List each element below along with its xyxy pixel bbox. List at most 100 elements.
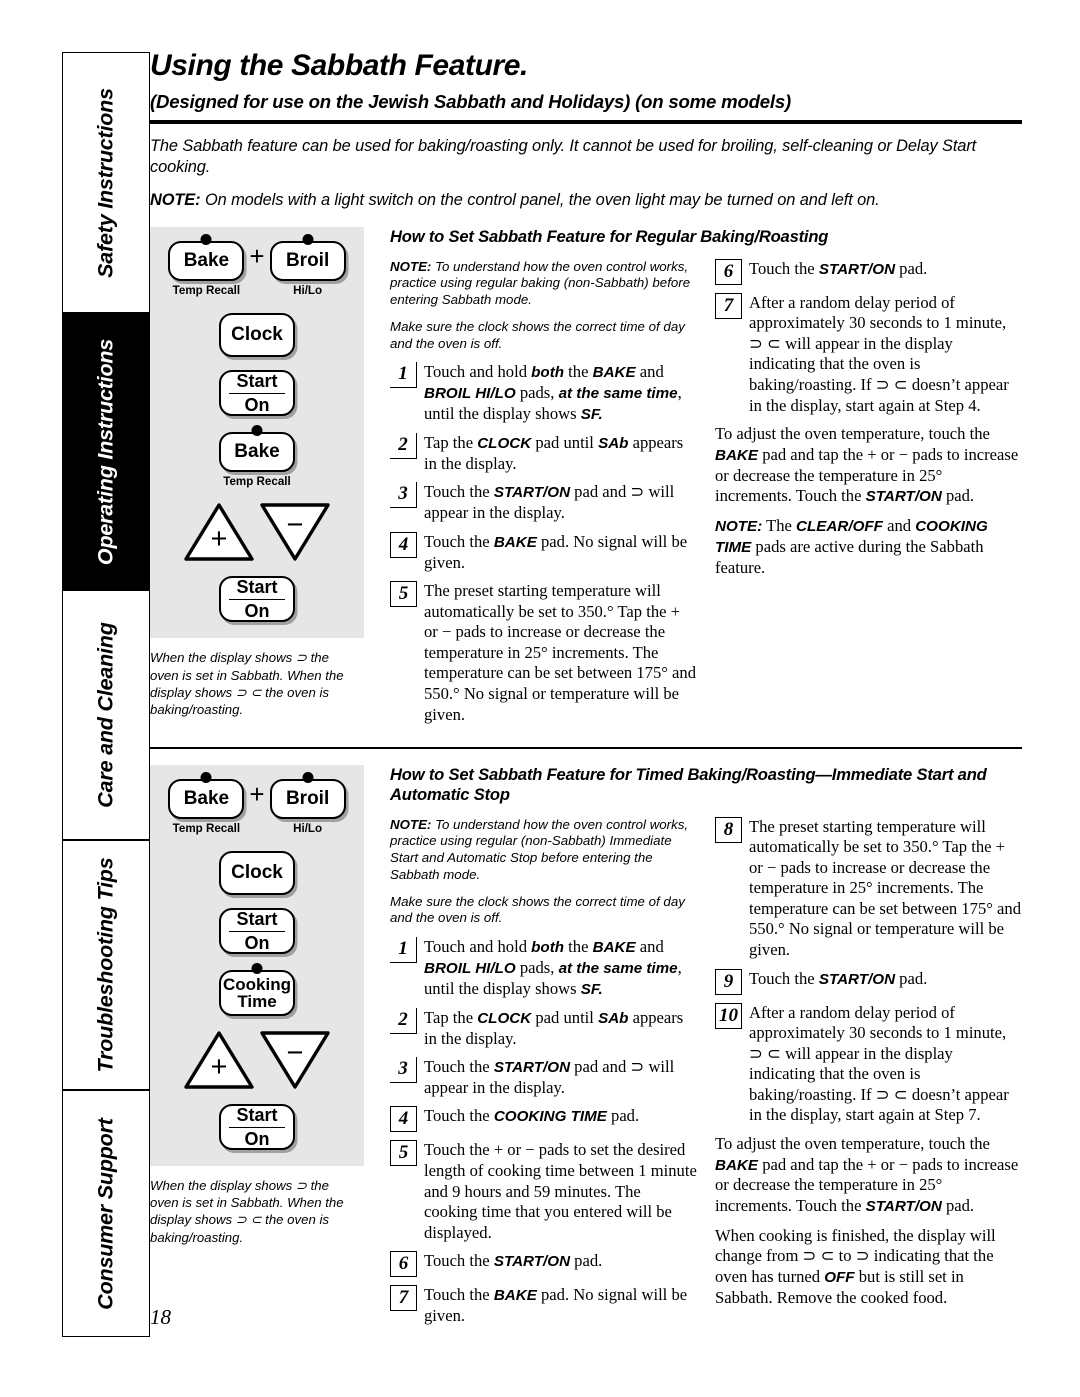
title-divider (150, 119, 1022, 124)
intro-paragraph: The Sabbath feature can be used for baki… (150, 136, 977, 176)
section-2-right-column: 8 The preset starting temperature will au… (715, 816, 1022, 1335)
on-key-label: On (244, 394, 270, 415)
instruction-step: 5 The preset starting temperature will au… (390, 581, 697, 725)
instruction-step: 5 Touch the + or − pads to set the desire… (390, 1140, 697, 1243)
step-text: After a random delay period of approxima… (749, 1002, 1009, 1125)
control-panel-diagram-1: Bake Temp Recall + Broil Hi/Lo Clock Sta… (150, 227, 372, 718)
start-key-label: Start (229, 371, 285, 394)
page-content: Using the Sabbath Feature. (Designed for… (150, 50, 1022, 1335)
step-number: 1 (390, 362, 417, 389)
steps-list: 6 Touch the START/ON pad. 7 After a random … (715, 258, 1022, 416)
adjust-temperature-paragraph: To adjust the oven temperature, touch th… (715, 424, 1019, 506)
instruction-step: 7 After a random delay period of approxim… (715, 292, 1022, 416)
note-label: NOTE: (390, 258, 432, 274)
instruction-step: 4 Touch the COOKING TIME pad. (390, 1106, 697, 1133)
adjust-temperature-paragraph: To adjust the oven temperature, touch th… (715, 1133, 1019, 1215)
decrease-key[interactable]: − (259, 501, 331, 563)
manual-page: Safety Instructions Operating Instructio… (0, 0, 1080, 1397)
plus-icon: + (210, 523, 228, 556)
start-on-key-secondary[interactable]: Start On (219, 576, 295, 623)
cooking-time-key-label-line1: Cooking (223, 974, 291, 994)
bake-key-sublabel: Temp Recall (172, 284, 241, 298)
on-key-label: On (244, 600, 270, 621)
step-text: Touch the BAKE pad. No signal will be gi… (424, 1285, 688, 1326)
step-number: 7 (390, 1285, 417, 1312)
indicator-led-icon (251, 425, 263, 437)
start-key-label: Start (229, 1105, 285, 1128)
broil-key[interactable]: Broil (269, 234, 346, 282)
clock-key[interactable]: Clock (219, 851, 295, 896)
increase-key[interactable]: + (183, 1029, 255, 1091)
step-number: 6 (715, 258, 742, 285)
instruction-step: 2 Tap the CLOCK pad until SAb appears in … (390, 1007, 697, 1049)
note-text: To understand how the oven control works… (390, 258, 691, 308)
bake-key-sublabel: Temp Recall (172, 822, 241, 836)
instruction-step: 1 Touch and hold both the BAKE and BROIL … (390, 937, 697, 1000)
indicator-led-icon (200, 772, 212, 784)
section-timed-baking: Bake Temp Recall + Broil Hi/Lo Clock Sta… (150, 765, 1022, 1335)
section-heading: How to Set Sabbath Feature for Timed Bak… (390, 765, 987, 805)
indicator-led-icon (302, 234, 314, 246)
broil-key-label: Broil (285, 250, 330, 272)
start-on-key-secondary[interactable]: Start On (219, 1104, 295, 1151)
panel-caption: When the display shows ⊃ the oven is set… (150, 650, 344, 717)
step-text: Touch the START/ON pad. (424, 1251, 603, 1271)
step-number: 4 (390, 1106, 417, 1133)
start-on-key[interactable]: Start On (219, 370, 295, 417)
section-1-right-column: 6 Touch the START/ON pad. 7 After a random … (715, 258, 1022, 733)
step-number: 5 (390, 1140, 417, 1167)
section-1-text: How to Set Sabbath Feature for Regular B… (372, 227, 1022, 733)
instruction-step: 2 Tap the CLOCK pad until SAb appears in … (390, 433, 697, 474)
sidebar-item-care-and-cleaning[interactable]: Care and Cleaning (62, 590, 150, 840)
step-number: 2 (390, 433, 417, 459)
step-text: Tap the CLOCK pad until SAb appears in t… (424, 433, 684, 473)
indicator-led-icon (251, 963, 263, 975)
sidebar-item-safety-instructions[interactable]: Safety Instructions (62, 52, 150, 313)
broil-key[interactable]: Broil (269, 772, 346, 820)
instruction-step: 3 Touch the START/ON pad and ⊃ will appea… (390, 482, 697, 523)
step-number: 7 (715, 292, 742, 319)
plus-icon: + (210, 1051, 228, 1084)
sidebar-item-label: Operating Instructions (93, 338, 118, 565)
instruction-step: 9 Touch the START/ON pad. (715, 968, 1022, 995)
instruction-step: 10 After a random delay period of approxi… (715, 1002, 1022, 1126)
note-text: On models with a light switch on the con… (200, 191, 880, 210)
sidebar-item-troubleshooting-tips[interactable]: Troubleshooting Tips (62, 840, 150, 1090)
on-key-label: On (244, 1128, 270, 1149)
steps-list: 1 Touch and hold both the BAKE and BROIL … (390, 937, 697, 1327)
section-note-2: Make sure the clock shows the correct ti… (390, 893, 685, 926)
step-text: Touch the BAKE pad. No signal will be gi… (424, 531, 688, 572)
note-label: NOTE: (390, 816, 432, 832)
step-number: 2 (390, 1007, 417, 1034)
step-number: 8 (715, 816, 742, 843)
sidebar-item-operating-instructions[interactable]: Operating Instructions (62, 313, 150, 590)
increase-key[interactable]: + (183, 501, 255, 563)
step-text: The preset starting temperature will aut… (749, 816, 1022, 959)
cooking-time-key[interactable]: Cooking Time (219, 963, 295, 1017)
bake-key[interactable]: Bake (168, 772, 245, 820)
start-on-key[interactable]: Start On (219, 908, 295, 955)
bake-key-secondary[interactable]: Bake (219, 425, 295, 473)
indicator-led-icon (302, 772, 314, 784)
decrease-key[interactable]: − (259, 1029, 331, 1091)
steps-list: 1 Touch and hold both the BAKE and BROIL … (390, 362, 697, 725)
bake-key[interactable]: Bake (168, 234, 245, 282)
sidebar-item-label: Troubleshooting Tips (93, 857, 118, 1073)
clock-key[interactable]: Clock (219, 313, 295, 358)
sidebar-item-consumer-support[interactable]: Consumer Support (62, 1090, 150, 1337)
plus-separator-icon: + (249, 241, 265, 272)
section-divider (150, 747, 1022, 750)
bake-key-sublabel: Temp Recall (223, 475, 291, 489)
step-text: Touch and hold both the BAKE and BROIL H… (424, 937, 682, 998)
step-number: 5 (390, 581, 417, 608)
broil-key-sublabel: Hi/Lo (293, 822, 323, 836)
step-text: Touch the START/ON pad. (749, 258, 928, 278)
step-number: 10 (715, 1002, 742, 1029)
instruction-step: 4 Touch the BAKE pad. No signal will be g… (390, 531, 697, 573)
active-pads-note: NOTE: The CLEAR/OFF and COOKING TIME pad… (715, 515, 988, 577)
section-2-left-column: NOTE: To understand how the oven control… (390, 817, 697, 1335)
step-text: Touch the COOKING TIME pad. (424, 1106, 640, 1126)
oven-control-panel: Bake Temp Recall + Broil Hi/Lo Clock Sta… (150, 765, 364, 1167)
instruction-step: 8 The preset starting temperature will au… (715, 816, 1022, 961)
cooking-finished-paragraph: When cooking is finished, the display wi… (715, 1225, 996, 1307)
